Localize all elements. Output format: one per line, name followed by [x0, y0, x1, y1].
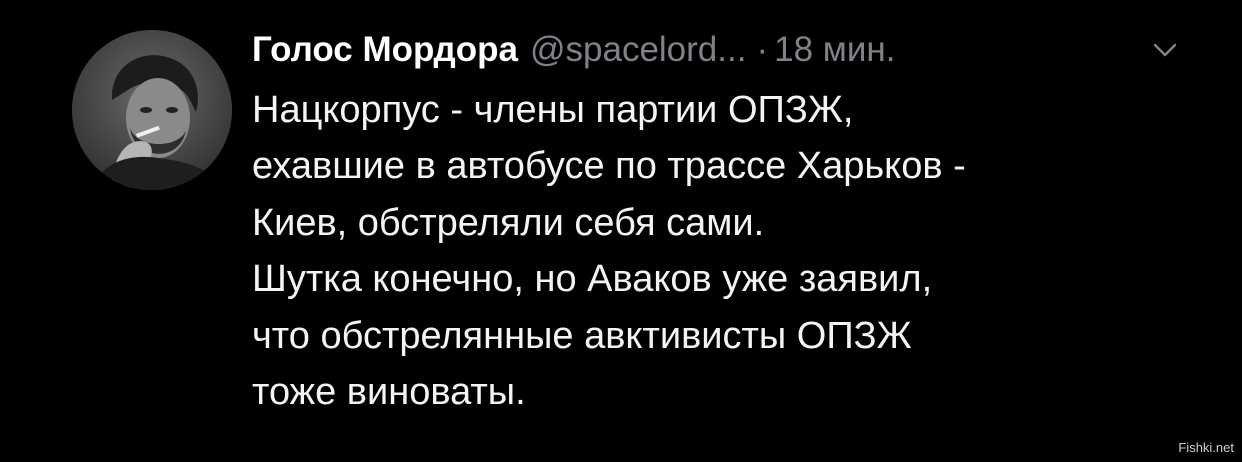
- tweet-text-line: Шутка конечно, но Аваков уже заявил,: [252, 258, 933, 301]
- tweet-text-line: Нацкорпус - члены партии ОПЗЖ,: [252, 89, 854, 131]
- timestamp[interactable]: 18 мин.: [774, 24, 895, 76]
- tweet-text-line: Киев, обстреляли себя сами.: [252, 201, 765, 244]
- avatar-photo: [72, 30, 232, 190]
- watermark: Fishki.net: [1178, 440, 1234, 455]
- tweet-text-line: что обстрелянные авктивисты ОПЗЖ: [252, 314, 912, 357]
- user-handle[interactable]: @spacelord...: [530, 24, 746, 76]
- header-separator: ·: [756, 30, 769, 69]
- tweet-card: Голос Мордора @spacelord... · 18 мин. На…: [0, 0, 1242, 462]
- chevron-down-icon[interactable]: [1152, 40, 1178, 60]
- display-name[interactable]: Голос Мордора: [252, 24, 518, 76]
- tweet-text: Нацкорпус - члены партии ОПЗЖ, ехавшие в…: [252, 82, 1212, 420]
- tweet-text-line: тоже виноваты.: [252, 371, 526, 414]
- avatar[interactable]: [72, 30, 232, 190]
- tweet-header: Голос Мордора @spacelord... · 18 мин.: [252, 24, 1202, 76]
- tweet-text-line: ехавшие в автобусе по трассе Харьков -: [252, 145, 966, 188]
